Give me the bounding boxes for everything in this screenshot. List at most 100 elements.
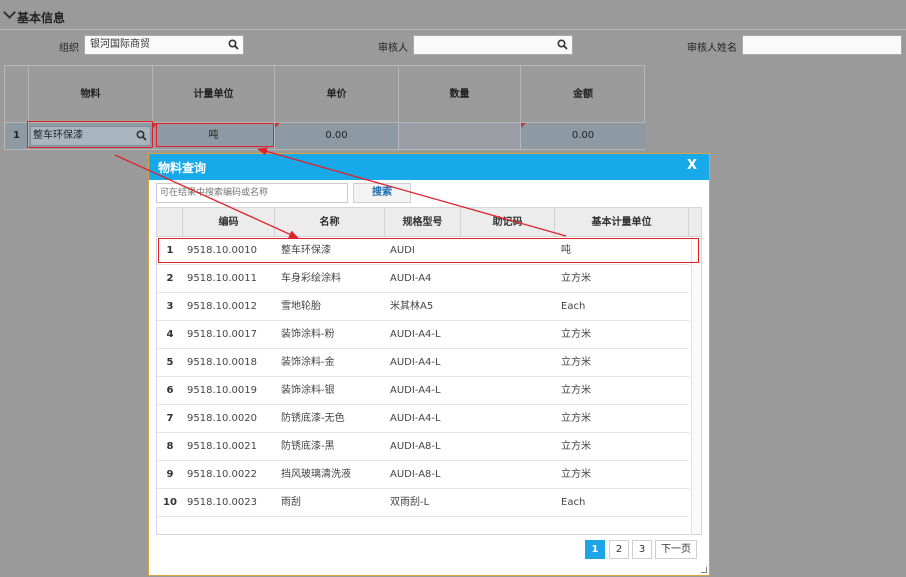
grid-cell-amount[interactable]: 0.00 [521,123,645,149]
table-row[interactable]: 10 9518.10.0023 雨刮 双雨刮-L Each [157,489,689,517]
header-index [157,208,183,237]
reviewer-name-field[interactable] [742,35,902,55]
table-row[interactable]: 7 9518.10.0020 防锈底漆-无色 AUDI-A4-L 立方米 [157,405,689,433]
row-unit: Each [561,497,586,508]
row-number: 9 [166,469,174,480]
org-value: 银河国际商贸 [90,39,150,50]
row-spec: AUDI-A4-L [390,413,441,424]
section-header[interactable]: 基本信息 [0,0,906,30]
grid-cell-price[interactable]: 0.00 [275,123,399,149]
dialog-title: 物料查询 [158,161,207,175]
header-unit[interactable]: 基本计量单位 [555,208,689,237]
row-unit: 立方米 [561,441,591,452]
material-query-dialog: 物料查询 X 搜索 编码 名称 规格型号 助记码 基本计量单位 1 9518.1… [148,153,710,576]
row-spec: AUDI-A8-L [390,441,441,452]
search-input[interactable] [156,183,348,203]
row-code: 9518.10.0012 [187,301,257,312]
row-number: 7 [166,413,174,424]
header-mnemonic[interactable]: 助记码 [461,208,555,237]
table-row[interactable]: 2 9518.10.0011 车身彩绘涂料 AUDI-A4 立方米 [157,265,689,293]
amount-value: 0.00 [571,130,595,141]
search-icon[interactable] [557,39,568,50]
header-name[interactable]: 名称 [275,208,385,237]
table-row[interactable]: 4 9518.10.0017 装饰涂料-粉 AUDI-A4-L 立方米 [157,321,689,349]
row-number: 2 [166,273,174,284]
row-spec: AUDI-A4-L [390,357,441,368]
section-title: 基本信息 [17,11,66,25]
header-code[interactable]: 编码 [183,208,275,237]
row-number: 8 [166,441,174,452]
row-code: 9518.10.0017 [187,329,257,340]
close-button[interactable]: X [687,158,697,173]
table-row[interactable]: 9 9518.10.0022 挡风玻璃清洗液 AUDI-A8-L 立方米 [157,461,689,489]
grid-header-index [5,66,29,123]
row-name: 装饰涂料-银 [281,385,335,396]
price-value: 0.00 [325,130,348,141]
page-3-button[interactable]: 3 [632,540,652,559]
unit-highlight-box [156,123,274,147]
row-code: 9518.10.0011 [187,273,257,284]
row-name: 雪地轮胎 [281,301,321,312]
row-code: 9518.10.0022 [187,469,257,480]
row-code: 9518.10.0021 [187,441,257,452]
row-code: 9518.10.0018 [187,357,257,368]
row-name: 防锈底漆-黑 [281,441,335,452]
row-spec: AUDI-A4-L [390,329,441,340]
row-name: 装饰涂料-粉 [281,329,335,340]
next-page-button[interactable]: 下一页 [655,540,697,559]
grid-header-material[interactable]: 物料 [29,66,153,123]
row-unit: 立方米 [561,413,591,424]
search-icon[interactable] [228,39,239,50]
row-code: 9518.10.0023 [187,497,257,508]
table-scrollbar[interactable] [691,237,701,534]
row-spec: AUDI-A4 [390,273,432,284]
table-row[interactable]: 5 9518.10.0018 装饰涂料-金 AUDI-A4-L 立方米 [157,349,689,377]
table-row[interactable]: 8 9518.10.0021 防锈底漆-黑 AUDI-A8-L 立方米 [157,433,689,461]
selected-row-highlight-box [158,238,699,263]
row-number: 6 [166,385,174,396]
chevron-down-icon[interactable] [3,6,16,19]
page-2-button[interactable]: 2 [609,540,629,559]
material-highlight-box [27,121,153,148]
row-spec: 米其林A5 [390,301,434,312]
grid-header-amount[interactable]: 金额 [521,66,645,123]
edited-marker [521,123,526,128]
row-code: 9518.10.0019 [187,385,257,396]
row-unit: 立方米 [561,469,591,480]
table-row[interactable]: 3 9518.10.0012 雪地轮胎 米其林A5 Each [157,293,689,321]
row-name: 雨刮 [281,497,301,508]
grid-header-unit[interactable]: 计量单位 [153,66,275,123]
table-header: 编码 名称 规格型号 助记码 基本计量单位 [157,208,701,237]
row-number: 4 [166,329,174,340]
search-button[interactable]: 搜索 [353,183,411,203]
table-row[interactable]: 6 9518.10.0019 装饰涂料-银 AUDI-A4-L 立方米 [157,377,689,405]
row-spec: 双雨刮-L [390,497,430,508]
row-code: 9518.10.0020 [187,413,257,424]
grid-cell-quantity[interactable] [399,123,521,149]
grid-row-index: 1 [5,123,29,149]
row-unit: Each [561,301,586,312]
row-unit: 立方米 [561,357,591,368]
resize-grip-icon[interactable] [701,567,707,573]
header-spec[interactable]: 规格型号 [385,208,461,237]
row-spec: AUDI-A8-L [390,469,441,480]
org-label: 组织 [59,43,79,54]
row-name: 车身彩绘涂料 [281,273,341,284]
reviewer-field[interactable] [413,35,573,55]
org-field[interactable]: 银河国际商贸 [84,35,244,55]
row-number: 5 [166,357,174,368]
row-spec: AUDI-A4-L [390,385,441,396]
row-name: 装饰涂料-金 [281,357,335,368]
row-number: 10 [163,497,177,508]
row-name: 挡风玻璃清洗液 [281,469,351,480]
reviewer-name-label: 审核人姓名 [687,43,737,54]
row-unit: 立方米 [561,385,591,396]
grid-header-quantity[interactable]: 数量 [399,66,521,123]
reviewer-label: 审核人 [378,43,408,54]
page-1-button[interactable]: 1 [585,540,605,559]
row-unit: 立方米 [561,329,591,340]
grid-header-price[interactable]: 单价 [275,66,399,123]
row-number: 3 [166,301,174,312]
row-name: 防锈底漆-无色 [281,413,345,424]
dialog-titlebar[interactable]: 物料查询 X [149,154,709,180]
